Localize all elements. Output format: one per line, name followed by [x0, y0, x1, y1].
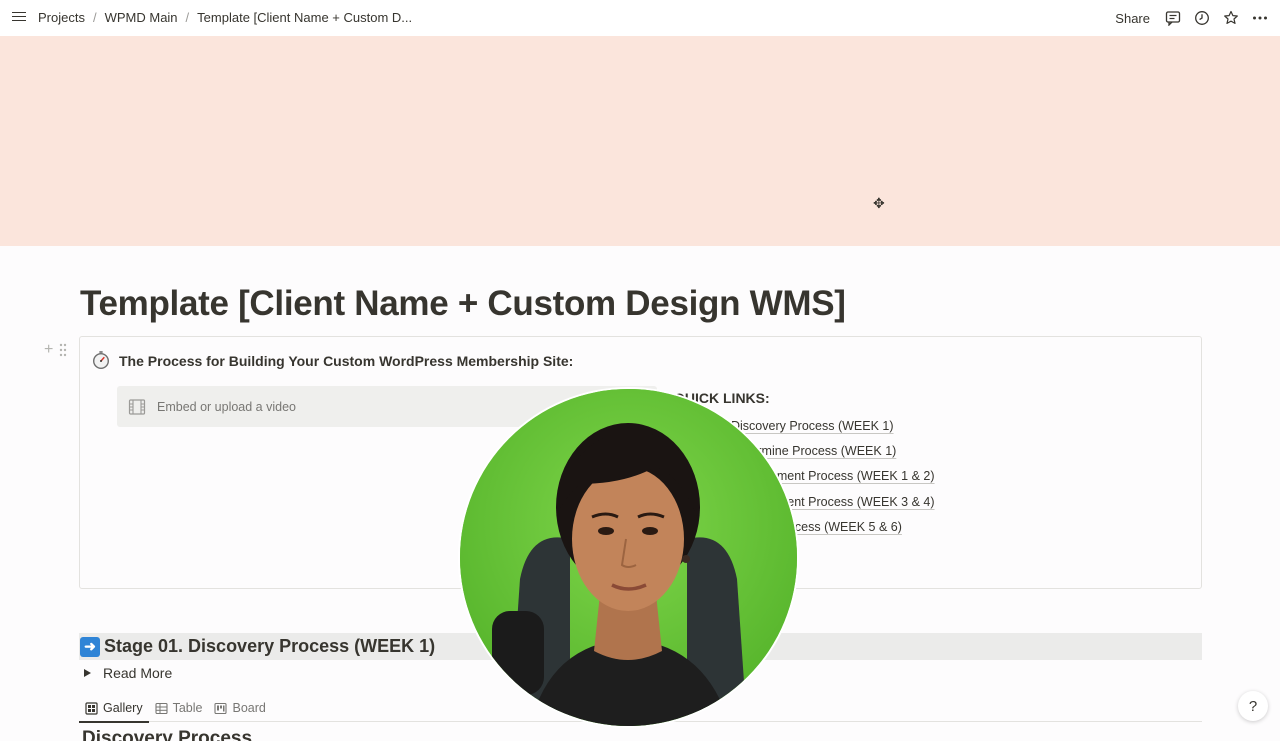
table-icon: [155, 702, 168, 714]
stopwatch-icon[interactable]: [91, 350, 111, 370]
top-bar: Projects / WPMD Main / Template [Client …: [0, 0, 1280, 36]
toggle-label: Read More: [103, 665, 173, 681]
tab-board-label: Board: [232, 701, 266, 715]
comment-icon[interactable]: [1164, 9, 1182, 27]
tab-table-label: Table: [172, 701, 203, 715]
star-icon[interactable]: [1222, 9, 1240, 27]
webcam-presenter-image: [460, 389, 797, 726]
arrow-right-icon: ➜: [80, 636, 100, 657]
add-block-icon[interactable]: +: [44, 341, 53, 359]
board-icon: [214, 702, 228, 714]
callout-title: The Process for Building Your Custom Wor…: [119, 353, 574, 369]
tab-gallery[interactable]: Gallery: [79, 694, 149, 723]
film-icon: [128, 398, 146, 415]
breadcrumb-current-page[interactable]: Template [Client Name + Custom D...: [197, 10, 412, 25]
breadcrumb-projects[interactable]: Projects: [38, 10, 85, 25]
page-cover[interactable]: ✥: [0, 36, 1280, 246]
read-more-toggle[interactable]: Read More: [84, 665, 172, 681]
breadcrumb-wpmd-main[interactable]: WPMD Main: [105, 10, 178, 25]
help-button[interactable]: ?: [1238, 691, 1268, 721]
gallery-icon: [85, 701, 98, 715]
share-button[interactable]: Share: [1115, 11, 1150, 26]
gallery-heading: Discovery Process: [82, 728, 253, 741]
video-embed-label: Embed or upload a video: [157, 399, 296, 414]
block-handle: +: [44, 341, 67, 359]
move-cursor-icon: ✥: [873, 195, 885, 211]
more-icon[interactable]: [1251, 9, 1269, 27]
webcam-overlay[interactable]: [460, 389, 797, 726]
breadcrumb-separator: /: [185, 10, 190, 25]
tab-gallery-label: Gallery: [103, 701, 143, 715]
drag-handle-icon[interactable]: [59, 343, 67, 357]
tab-board[interactable]: Board: [208, 694, 271, 722]
stage-title[interactable]: Stage 01. Discovery Process (WEEK 1): [104, 636, 435, 657]
page-title[interactable]: Template [Client Name + Custom Design WM…: [80, 284, 846, 324]
sidebar-menu-icon[interactable]: [10, 9, 28, 27]
toggle-triangle-icon[interactable]: [84, 669, 91, 677]
breadcrumb-separator: /: [92, 10, 97, 25]
breadcrumb: Projects / WPMD Main / Template [Client …: [38, 10, 412, 25]
tab-table[interactable]: Table: [149, 694, 209, 722]
history-icon[interactable]: [1193, 9, 1211, 27]
